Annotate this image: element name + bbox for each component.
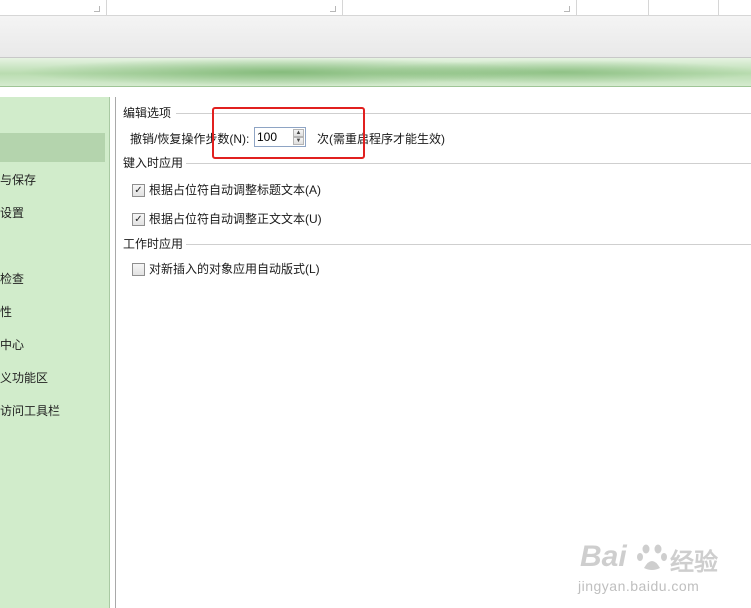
sidebar-item-label: 设置 xyxy=(0,206,25,220)
watermark-brand-suffix: 经验 xyxy=(670,549,718,576)
watermark-url: jingyan.baidu.com xyxy=(578,578,700,594)
sidebar-item-ribbon[interactable]: 义功能区 xyxy=(0,364,105,393)
sidebar-item-property[interactable]: 性 xyxy=(0,298,105,327)
sidebar-item-label: 义功能区 xyxy=(0,371,49,385)
sidebar-item-settings[interactable]: 设置 xyxy=(0,199,105,228)
options-sidebar: 与保存 设置 检查 性 中心 义功能区 访问工具栏 xyxy=(0,97,110,608)
column-separator xyxy=(342,0,343,15)
auto-layout-label: 对新插入的对象应用自动版式(L) xyxy=(149,262,320,276)
sidebar-item-save[interactable]: 与保存 xyxy=(0,166,105,195)
auto-fit-title-checkbox[interactable]: ✓ xyxy=(132,184,145,197)
sidebar-item-check[interactable]: 检查 xyxy=(0,265,105,294)
baidu-jingyan-watermark: Bai 经验 jingyan.baidu.com xyxy=(576,540,746,600)
column-separator xyxy=(648,0,649,15)
sidebar-item-center[interactable]: 中心 xyxy=(0,331,105,360)
paw-icon xyxy=(637,544,667,570)
auto-fit-title-label: 根据占位符自动调整标题文本(A) xyxy=(149,183,321,197)
auto-fit-body-checkbox[interactable]: ✓ xyxy=(132,213,145,226)
auto-layout-checkbox[interactable] xyxy=(132,263,145,276)
watermark-brand: Bai xyxy=(580,540,627,573)
auto-fit-body-label: 根据占位符自动调整正文文本(U) xyxy=(149,212,322,226)
column-corner-marker xyxy=(94,6,100,12)
sidebar-item-label: 与保存 xyxy=(0,173,37,187)
sidebar-item-label: 中心 xyxy=(0,338,25,352)
sidebar-item-quick-access[interactable]: 访问工具栏 xyxy=(0,397,105,426)
column-separator xyxy=(718,0,719,15)
dialog-title-band xyxy=(0,58,751,87)
column-corner-marker xyxy=(330,6,336,12)
options-content-panel: 编辑选项 撤销/恢复操作步数(N): ▲ ▼ 次(需重启程序才能生效) 键入时应… xyxy=(115,97,751,608)
section-divider xyxy=(186,244,751,245)
section-title-typing: 键入时应用 xyxy=(123,156,184,170)
sidebar-item-label: 检查 xyxy=(0,272,25,286)
sidebar-item-selected[interactable] xyxy=(0,133,105,162)
spreadsheet-header-strip xyxy=(0,0,751,16)
section-divider xyxy=(186,163,751,164)
toolbar-band xyxy=(0,16,751,58)
section-title-working: 工作时应用 xyxy=(123,237,184,251)
sidebar-item-label: 性 xyxy=(0,305,13,319)
column-separator xyxy=(106,0,107,15)
sidebar-item-label: 访问工具栏 xyxy=(0,404,61,418)
column-separator xyxy=(576,0,577,15)
highlight-annotation-box xyxy=(212,107,365,159)
section-title-edit-options: 编辑选项 xyxy=(123,106,172,120)
column-corner-marker xyxy=(564,6,570,12)
